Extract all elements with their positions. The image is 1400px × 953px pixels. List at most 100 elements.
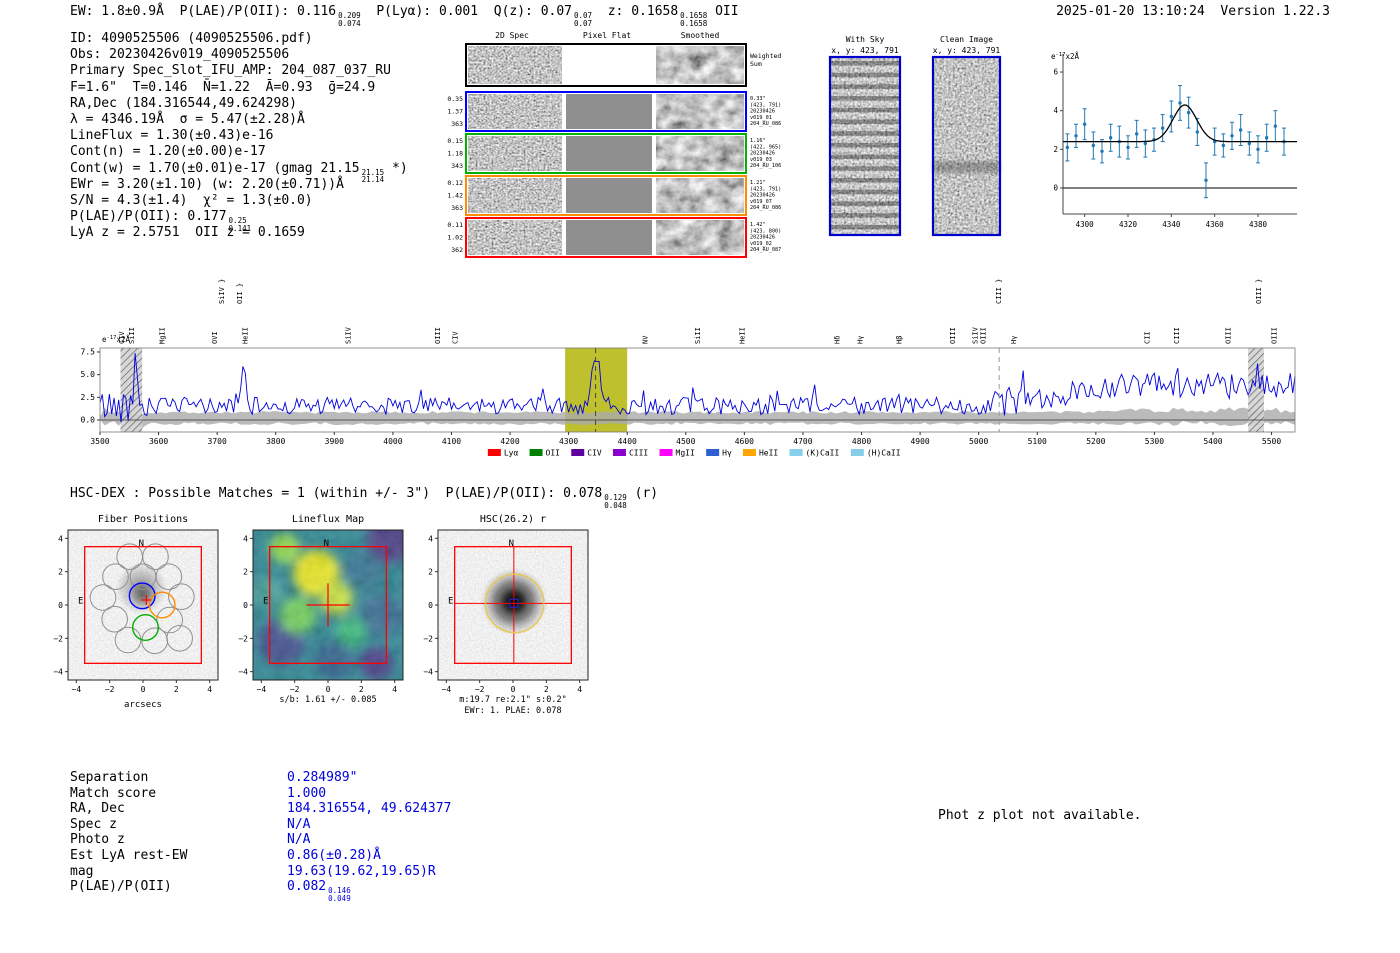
info-line-text: Obs: 20230426v019_4090525506 [70, 47, 290, 63]
east-label: E [78, 596, 83, 606]
axis-tick-label: 4500 [676, 437, 695, 446]
axis-tick-label: 4 [207, 685, 212, 694]
legend-swatch [850, 449, 864, 456]
spec2d-image [468, 46, 562, 84]
fiber-weight-label: 0.35 [447, 95, 463, 103]
spectrum-data-point [1065, 145, 1070, 150]
panel-caption: m:19.7 re:2.1" s:0.2" [459, 695, 566, 705]
fiber-weight-label: 0.12 [447, 179, 463, 187]
header-classification: OII [707, 4, 739, 19]
frac-sub: 0.1658 [680, 18, 708, 28]
emission-line-label: SiIV } [218, 279, 226, 304]
info-line: LineFlux = 1.30(±0.43)e-16 [70, 128, 408, 144]
legend-swatch [612, 449, 626, 456]
pixel-flat-image [566, 220, 652, 255]
axis-tick-label: 4340 [1162, 220, 1181, 229]
axis-tick-label: 3700 [208, 437, 227, 446]
exposure-info-label: Weighted [750, 52, 781, 60]
exposure-info-label: 204_RU_106 [750, 163, 781, 169]
header-plya-qz: P(Lyα): 0.001 Q(z): 0.07 [360, 4, 573, 19]
exposure-info-label: v019_01 [750, 115, 772, 121]
ccd-image [933, 57, 1000, 235]
spec2d-col-header: Smoothed [681, 31, 720, 40]
axis-tick-label: 2 [428, 568, 433, 577]
emission-line-label: OIII [1270, 327, 1278, 344]
emission-line-label: OVI [211, 331, 219, 344]
emission-line-label: OIII [980, 327, 988, 344]
panel-title: With Sky [846, 35, 885, 44]
qz-frac: 0.07 0.07 [574, 12, 592, 27]
info-line-text: ID: 4090525506 (4090525506.pdf) [70, 31, 313, 46]
info-line: Obs: 20230426v019_4090525506 [70, 47, 408, 63]
legend-label: CIV [587, 449, 602, 458]
match-table-row: Photo z N/A [70, 832, 451, 848]
spec2d-image [468, 220, 562, 255]
axis-tick-label: 5500 [1262, 437, 1281, 446]
line-fit-inset-chart: 0 2 4 6 4300 4320 4340 4360 4380 e-17x2Å [1051, 52, 1297, 229]
info-line: S/N = 4.3(±1.4) χ² = 1.3(±0.0) [70, 193, 408, 209]
match-field-value: 19.63(19.62,19.65)R [287, 863, 436, 879]
exposure-info-label: (423, 791) [750, 102, 781, 108]
axis-tick-label: −2 [290, 685, 300, 694]
emission-line-label: OIII } [1255, 279, 1263, 304]
hsc-dex-frac: 0.129 0.048 [604, 494, 627, 509]
smoothed-image [656, 220, 744, 255]
emission-line-label: SiIV [345, 326, 353, 344]
spectrum-data-point [1221, 143, 1226, 148]
axis-label: arcsecs [124, 700, 162, 710]
info-line-tail: *) [384, 160, 408, 176]
spectrum-data-point [1134, 132, 1139, 136]
match-field-label: Spec z [70, 816, 117, 832]
z-frac: 0.1658 0.1658 [680, 12, 707, 27]
lineflux-map-panel: Lineflux Map −4 −4 −2 −2 0 0 2 2 4 4 N Es/b: 1.61 +/… [238, 514, 404, 705]
axis-tick-label: 4300 [1076, 220, 1095, 229]
axis-tick-label: 7.5 [81, 347, 96, 356]
hsc-dex-text: HSC-DEX : Possible Matches = 1 (within +… [70, 486, 603, 501]
legend-swatch [571, 449, 585, 456]
axis-tick-label: 4320 [1119, 220, 1138, 229]
exposure-info-label: 1.16" [750, 138, 766, 144]
match-table-row: Separation 0.284989" [70, 770, 451, 786]
spec2d-image [468, 136, 562, 171]
axis-tick-label: 0 [58, 601, 63, 610]
match-field-label: Photo z [70, 832, 125, 848]
smoothed-image [656, 178, 744, 213]
header-ew-plae: EW: 1.8±0.9Å P(LAE)/P(OII): 0.116 [70, 4, 337, 19]
panel-title: Clean Image [940, 35, 993, 44]
match-table-row: Spec z N/A [70, 817, 451, 833]
axis-tick-label: 3500 [90, 437, 109, 446]
axis-tick-label: −4 [423, 668, 433, 677]
info-line-text: RA,Dec (184.316544,49.624298) [70, 95, 297, 111]
axis-tick-label: 5.0 [81, 370, 96, 379]
axis-tick-label: 4 [392, 685, 397, 694]
exposure-info-label: 1.42" [750, 222, 766, 228]
spectrum-data-point [1160, 126, 1165, 130]
emission-line-label: CII [1144, 331, 1152, 344]
exposure-info-label: 204_RU_087 [750, 247, 781, 253]
axis-tick-label: 3600 [149, 437, 168, 446]
info-line-text: S/N = 4.3(±1.4) χ² = 1.3(±0.0) [70, 192, 313, 208]
exposure-info-label: v019_02 [750, 241, 772, 247]
match-field-value: N/A [287, 832, 311, 848]
hsc-dex-summary: HSC-DEX : Possible Matches = 1 (within +… [70, 486, 658, 509]
emission-line-label: MgII [158, 327, 166, 344]
stacked-uncertainty: 0.146 0.049 [328, 886, 351, 903]
axis-tick-label: 4900 [910, 437, 929, 446]
match-field-label: Match score [70, 785, 157, 801]
panel-caption: s/b: 1.61 +/- 0.085 [279, 695, 376, 705]
pixel-flat-image [566, 94, 652, 129]
pixel-flat-image [566, 178, 652, 213]
axis-tick-label: 3900 [325, 437, 344, 446]
panel-title: Lineflux Map [292, 514, 364, 525]
emission-line-label: OII } [236, 283, 244, 304]
spectrum-data-point [1074, 134, 1078, 138]
panel-title: HSC(26.2) r [480, 514, 546, 525]
info-line: ID: 4090525506 (4090525506.pdf) [70, 31, 408, 47]
axis-tick-label: 4360 [1206, 220, 1225, 229]
fiber-weight-label: 362 [451, 246, 463, 254]
info-line-text: Primary Spec_Slot_IFU_AMP: 204_087_037_R… [70, 63, 391, 79]
axis-tick-label: −2 [475, 685, 485, 694]
axis-tick-label: 3800 [266, 437, 285, 446]
axis-tick-label: −2 [238, 634, 248, 643]
info-line-text: Cont(w) = 1.70(±0.01)e-17 (gmag 21.15 [70, 160, 360, 176]
